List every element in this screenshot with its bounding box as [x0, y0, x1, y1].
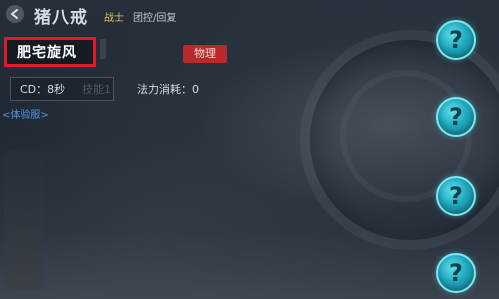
damage-type-badge: 物理 — [183, 45, 227, 63]
back-arrow-icon — [11, 9, 18, 19]
background-floor — [0, 229, 499, 299]
hero-role: 战士 — [104, 13, 124, 24]
back-button[interactable] — [6, 5, 24, 23]
trial-server-link[interactable]: <体验服> — [2, 106, 49, 121]
game-screen: 猪八戒 战士 团控/回复 肥宅旋风 物理 CD：8秒 技能1 法力消耗：0 <体… — [0, 0, 499, 299]
hero-name: 猪八戒 — [34, 8, 88, 28]
skill-name-shadow — [100, 39, 106, 59]
question-mark-icon: ? — [449, 259, 463, 287]
question-mark-icon: ? — [449, 182, 463, 210]
help-button-4[interactable]: ? — [436, 253, 476, 293]
help-button-1[interactable]: ? — [436, 20, 476, 60]
hero-tags: 团控/回复 — [133, 13, 177, 24]
hero-header: 猪八戒 战士 团控/回复 — [0, 0, 499, 30]
question-mark-icon: ? — [449, 103, 463, 131]
background-hero-silhouette — [4, 150, 44, 290]
cooldown-ghost-text: 技能1 — [82, 83, 111, 96]
skill-name: 肥宅旋风 — [17, 45, 77, 61]
question-mark-icon: ? — [449, 26, 463, 54]
help-button-2[interactable]: ? — [436, 97, 476, 137]
mana-cost-value: 法力消耗：0 — [137, 83, 199, 96]
cooldown-value: CD：8秒 — [20, 83, 66, 96]
help-button-3[interactable]: ? — [436, 176, 476, 216]
